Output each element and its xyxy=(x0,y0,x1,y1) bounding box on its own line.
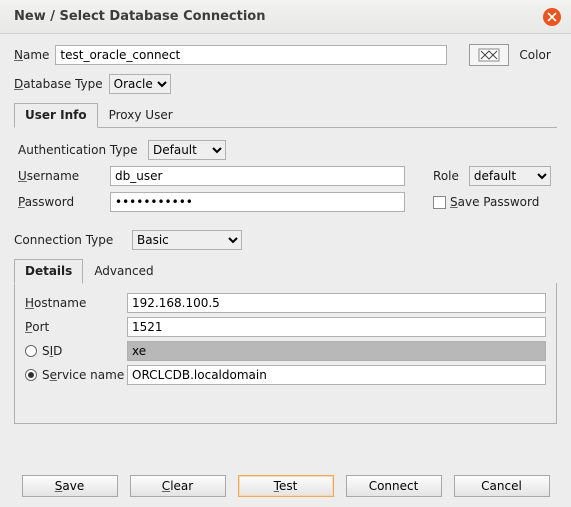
dbtype-select[interactable]: Oracle xyxy=(109,74,171,94)
password-input[interactable] xyxy=(110,192,405,212)
clear-button[interactable]: Clear xyxy=(130,475,226,497)
username-input[interactable] xyxy=(110,166,405,186)
name-label: Name xyxy=(14,48,49,62)
details-panel: Hostname Port SID Se xyxy=(14,283,557,424)
tab-user-info[interactable]: User Info xyxy=(14,103,98,128)
auth-type-row: Authentication Type Default xyxy=(18,140,553,160)
user-info-panel: Authentication Type Default Username Rol… xyxy=(14,128,557,222)
window-title: New / Select Database Connection xyxy=(14,9,543,24)
hostname-input[interactable] xyxy=(127,293,546,313)
sid-label: SID xyxy=(42,344,62,358)
button-bar: Save Clear Test Connect Cancel xyxy=(0,475,571,497)
sid-input xyxy=(127,341,546,361)
connect-button[interactable]: Connect xyxy=(346,475,442,497)
sid-option[interactable]: SID xyxy=(25,344,127,358)
color-swatch-icon xyxy=(478,48,500,62)
dialog-window: New / Select Database Connection Name Co… xyxy=(0,0,571,507)
close-button[interactable] xyxy=(543,8,561,26)
auth-tabs: User Info Proxy User xyxy=(14,102,557,128)
conn-type-label: Connection Type xyxy=(14,233,126,247)
username-row: Username Role default xyxy=(18,166,553,186)
save-password-checkbox[interactable] xyxy=(433,196,446,209)
service-input[interactable] xyxy=(127,365,546,385)
conn-type-select[interactable]: Basic xyxy=(132,230,242,250)
port-row: Port xyxy=(25,317,546,337)
name-input[interactable] xyxy=(55,45,447,65)
sid-row: SID xyxy=(25,341,546,361)
dbtype-row: Database Type Oracle xyxy=(14,74,557,94)
hostname-row: Hostname xyxy=(25,293,546,313)
username-label: Username xyxy=(18,169,110,183)
hostname-label: Hostname xyxy=(25,296,127,310)
sid-radio[interactable] xyxy=(25,345,37,357)
tab-proxy-user[interactable]: Proxy User xyxy=(98,103,184,128)
details-section: Details Advanced Hostname Port SID xyxy=(14,258,557,424)
service-radio[interactable] xyxy=(25,369,37,381)
color-label: Color xyxy=(519,48,550,62)
dbtype-label: Database Type xyxy=(14,77,103,91)
details-tabs: Details Advanced xyxy=(14,258,557,283)
cancel-button[interactable]: Cancel xyxy=(454,475,550,497)
save-password-label: Save Password xyxy=(450,195,539,209)
service-option[interactable]: Service name xyxy=(25,368,127,382)
password-row: Password Save Password xyxy=(18,192,553,212)
test-button[interactable]: Test xyxy=(238,475,334,497)
port-input[interactable] xyxy=(127,317,546,337)
tab-advanced[interactable]: Advanced xyxy=(83,259,164,284)
service-row: Service name xyxy=(25,365,546,385)
port-label: Port xyxy=(25,320,127,334)
name-row: Name Color xyxy=(14,44,557,66)
close-icon xyxy=(547,12,557,22)
auth-type-label: Authentication Type xyxy=(18,143,148,157)
role-select[interactable]: default xyxy=(469,166,551,186)
password-label: Password xyxy=(18,195,110,209)
dialog-content: Name Color Database Type Oracle User Inf… xyxy=(0,34,571,424)
tab-details[interactable]: Details xyxy=(14,259,83,284)
service-label: Service name xyxy=(42,368,124,382)
conn-type-row: Connection Type Basic xyxy=(14,230,557,250)
title-bar: New / Select Database Connection xyxy=(0,0,571,34)
auth-type-select[interactable]: Default xyxy=(148,140,226,160)
role-label: Role xyxy=(433,169,459,183)
save-button[interactable]: Save xyxy=(22,475,118,497)
color-swatch-button[interactable] xyxy=(469,44,509,66)
